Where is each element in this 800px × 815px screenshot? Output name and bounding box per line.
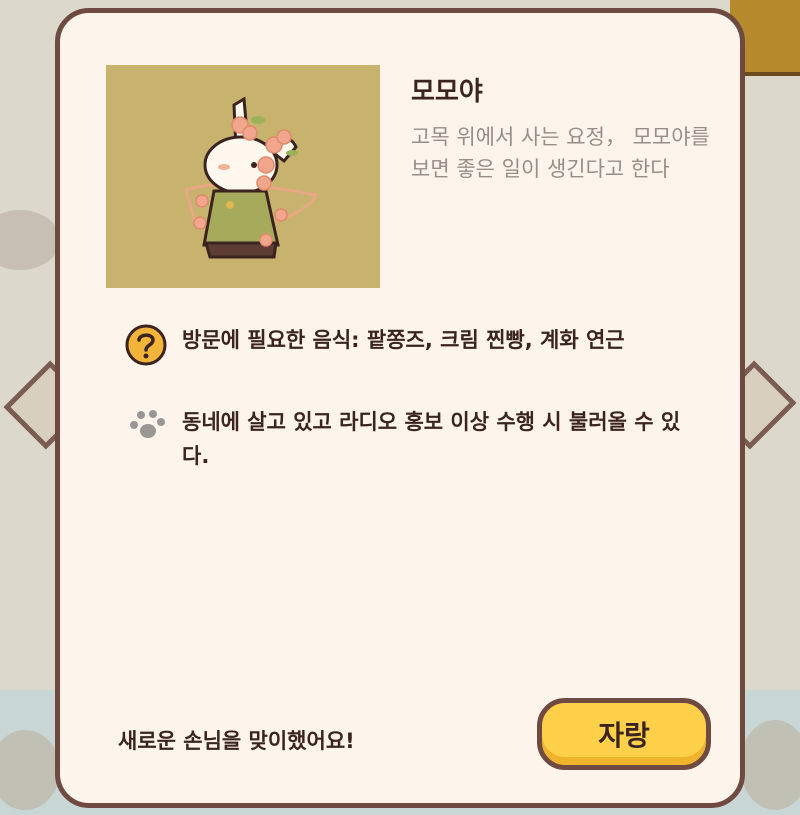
question-icon (125, 324, 167, 366)
visit-condition-row: 동네에 살고 있고 라디오 홍보 이상 수행 시 불러올 수 있다. (124, 405, 682, 473)
brag-button[interactable]: 자랑 (537, 698, 711, 770)
new-guest-message: 새로운 손님을 맞이했어요! (118, 729, 355, 753)
character-portrait (106, 65, 380, 288)
guest-info-dialog: 모모야 고목 위에서 사는 요정， 모모야를 보면 좋은 일이 생긴다고 한다 … (55, 8, 745, 808)
character-description: 고목 위에서 사는 요정， 모모야를 보면 좋은 일이 생긴다고 한다 (411, 125, 710, 181)
required-food-text: 방문에 필요한 음식: 팥쫑즈, 크림 찐빵, 계화 연근 (182, 328, 625, 352)
character-name: 모모야 (411, 77, 483, 107)
required-food-row: 방문에 필요한 음식: 팥쫑즈, 크림 찐빵, 계화 연근 (124, 323, 682, 367)
visit-condition-text: 동네에 살고 있고 라디오 홍보 이상 수행 시 불러올 수 있다. (182, 410, 681, 468)
paw-icon (130, 410, 165, 438)
bunny-fairy-illustration (184, 96, 319, 259)
